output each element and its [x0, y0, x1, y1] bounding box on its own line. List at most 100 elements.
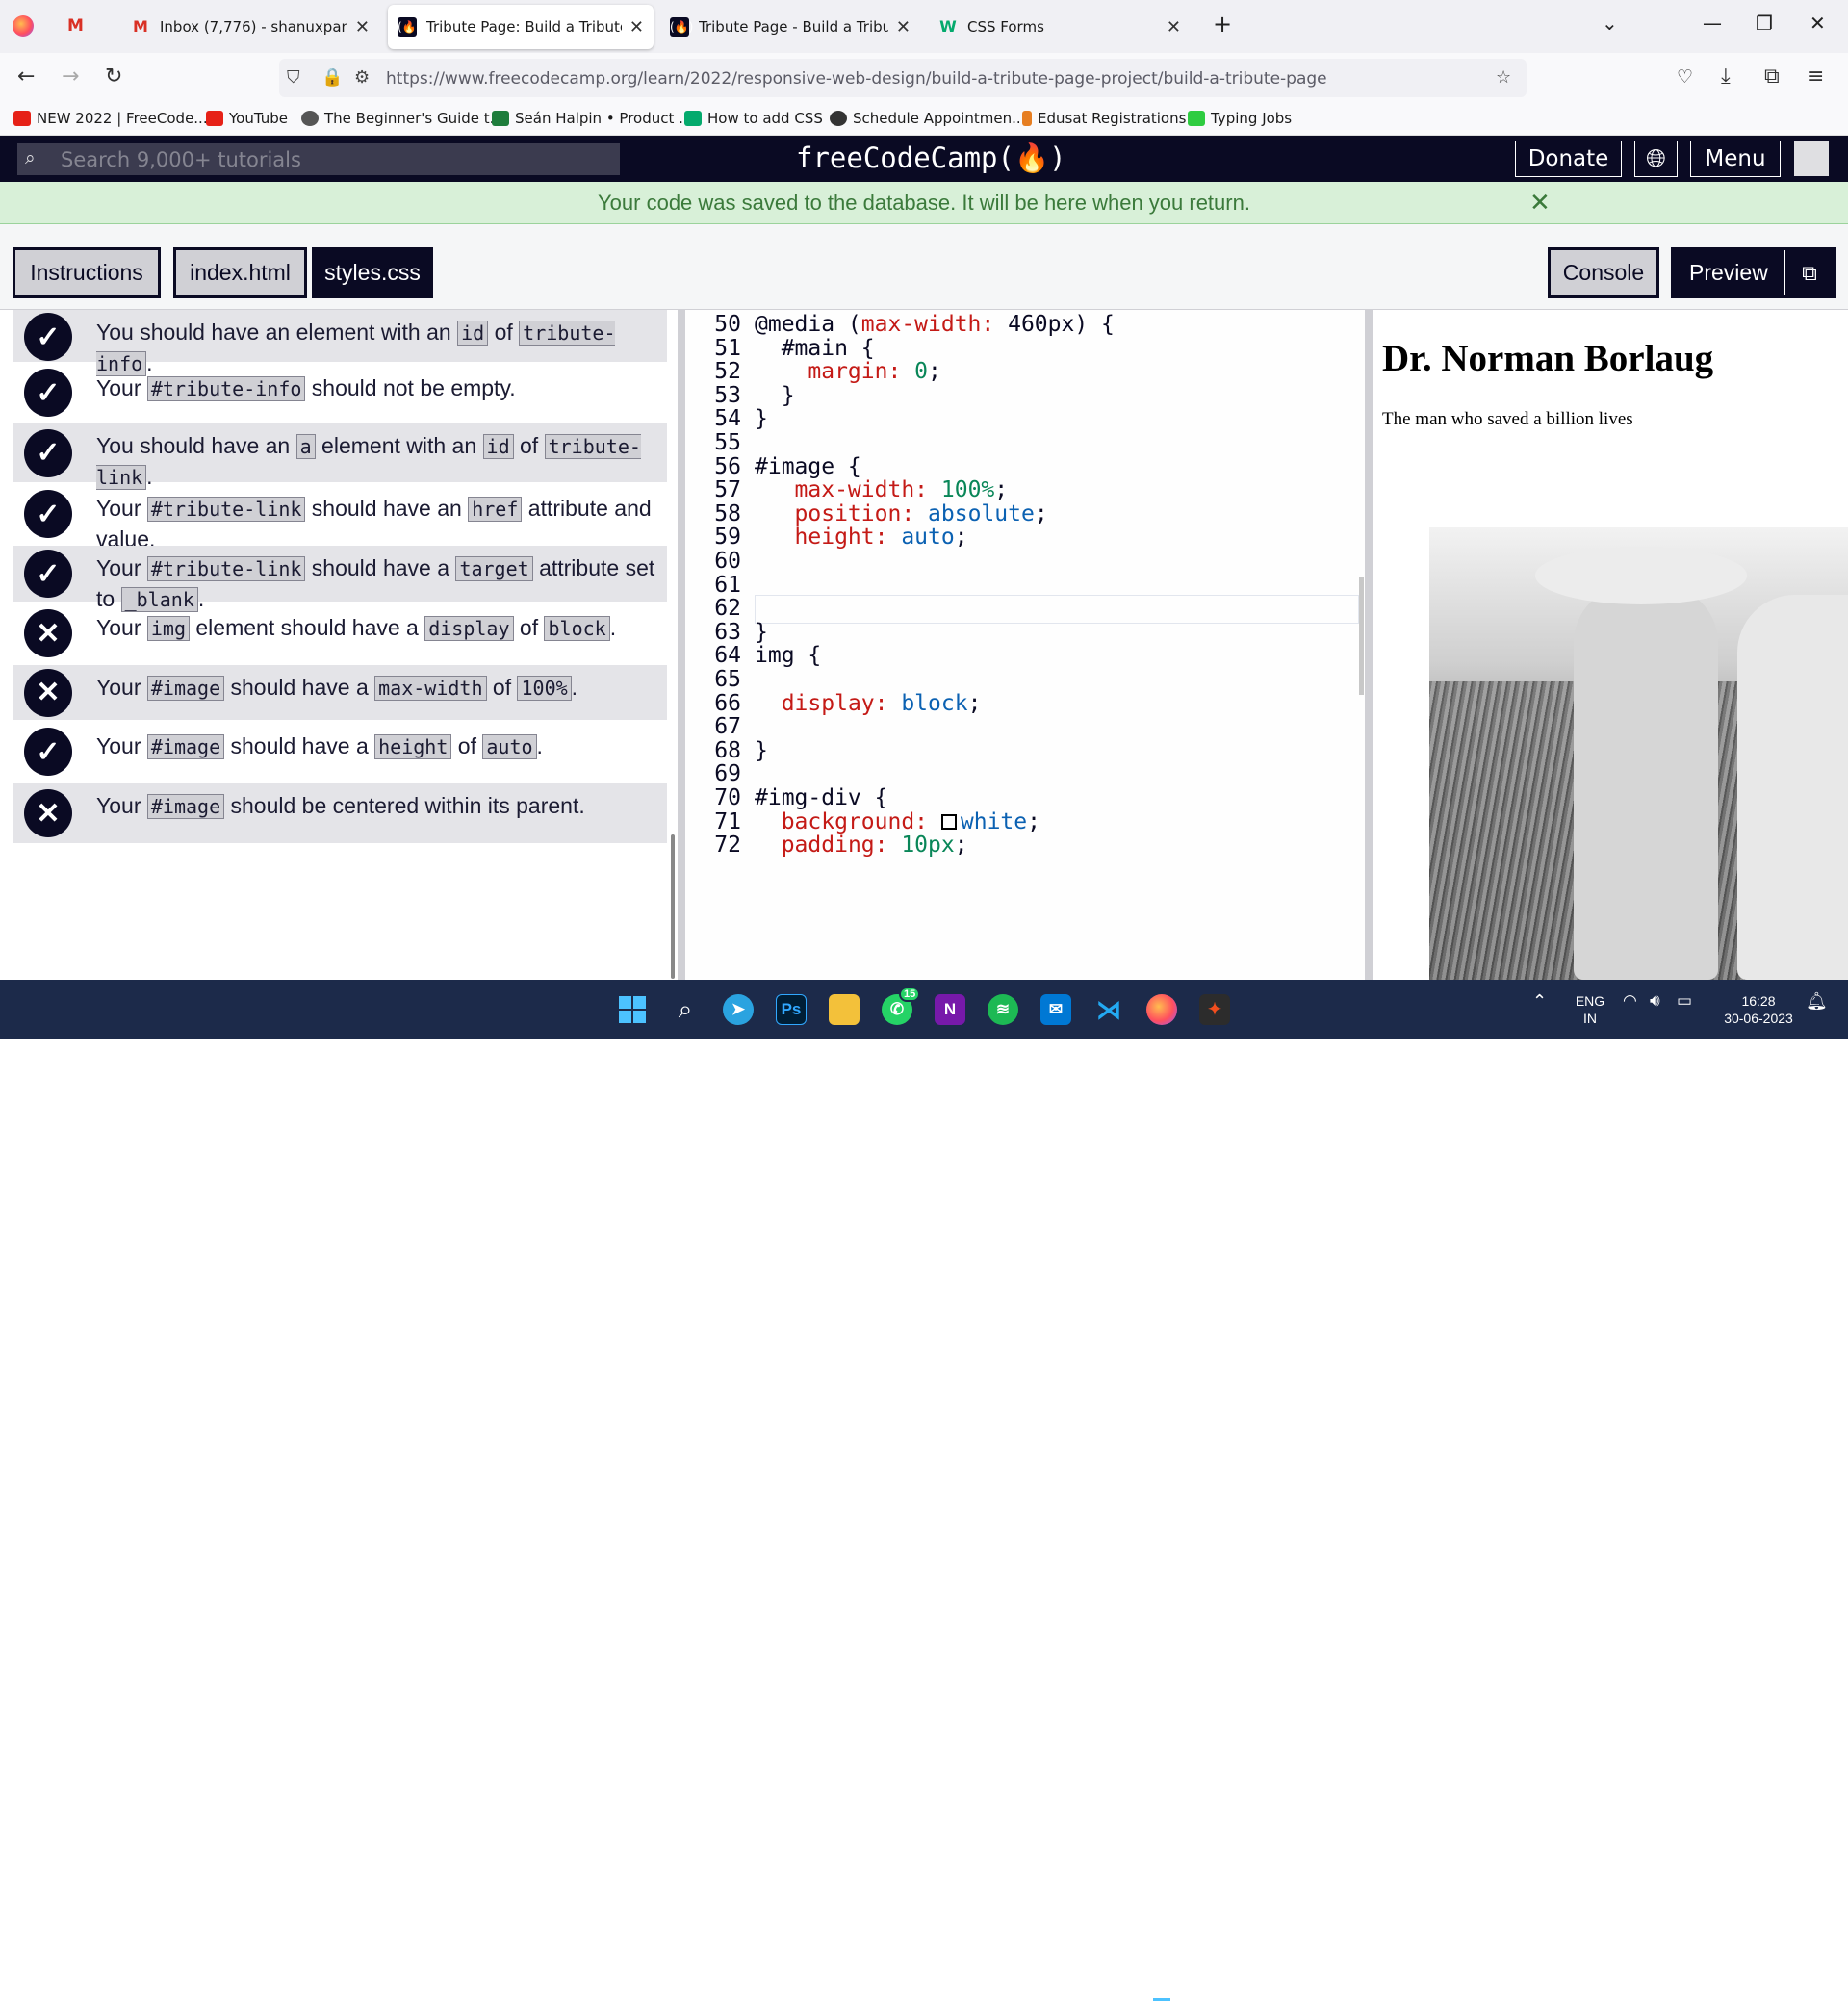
- browser-tab-bar: M M Inbox (7,776) - shanuxpandey@ ✕ (🔥) …: [0, 0, 1848, 53]
- code-line[interactable]: @media (max-width: 460px) {: [755, 312, 1115, 337]
- photoshop-icon[interactable]: Ps: [776, 994, 807, 1025]
- list-tabs-icon[interactable]: ⌄: [1602, 12, 1618, 35]
- figma-icon[interactable]: ✦: [1199, 994, 1230, 1025]
- code-line[interactable]: }: [755, 406, 768, 431]
- extensions-icon[interactable]: ⧉: [1764, 64, 1780, 89]
- close-window-icon[interactable]: ✕: [1810, 12, 1826, 35]
- lock-icon[interactable]: 🔒: [321, 67, 343, 88]
- code-line[interactable]: }: [755, 620, 768, 645]
- code-line[interactable]: margin: 0;: [755, 359, 941, 384]
- firefox-icon[interactable]: [13, 15, 34, 37]
- code-line[interactable]: padding: 10px;: [755, 833, 968, 858]
- bookmark-item[interactable]: How to add CSS: [684, 110, 823, 127]
- whatsapp-icon[interactable]: ✆ 15: [882, 987, 921, 1025]
- language-globe-icon[interactable]: 🌐︎: [1634, 141, 1678, 177]
- new-tab-button[interactable]: +: [1213, 11, 1232, 38]
- url-text[interactable]: https://www.freecodecamp.org/learn/2022/…: [386, 69, 1327, 89]
- preview-button[interactable]: Preview ⧉: [1671, 247, 1836, 298]
- code-line[interactable]: #image {: [755, 454, 861, 479]
- pane-divider[interactable]: [678, 310, 685, 980]
- bookmark-star-icon[interactable]: ☆: [1496, 67, 1511, 88]
- shield-icon[interactable]: ⛉: [287, 67, 300, 88]
- minimize-icon[interactable]: —: [1703, 12, 1722, 35]
- code-line[interactable]: max-width: 100%;: [755, 477, 1009, 502]
- url-bar[interactable]: ⛉ 🔒 ⚙ https://www.freecodecamp.org/learn…: [279, 59, 1527, 97]
- download-icon[interactable]: ⤓: [1721, 64, 1731, 89]
- tab-styles-css[interactable]: styles.css: [312, 247, 433, 298]
- close-icon[interactable]: ✕: [1529, 189, 1551, 218]
- reload-icon[interactable]: ↻: [105, 64, 122, 89]
- gmail-icon[interactable]: M: [67, 18, 89, 35]
- inline-code: block: [544, 616, 610, 641]
- chevron-up-icon[interactable]: ⌃: [1532, 992, 1547, 1010]
- scrollbar[interactable]: [671, 834, 675, 979]
- start-icon[interactable]: [617, 994, 648, 1025]
- close-icon[interactable]: ✕: [629, 17, 644, 38]
- code-line[interactable]: display: block;: [755, 691, 982, 716]
- donate-button[interactable]: Donate: [1515, 141, 1622, 177]
- code-line[interactable]: position: absolute;: [755, 501, 1048, 526]
- file-explorer-icon[interactable]: [829, 994, 860, 1025]
- notification-bell-icon[interactable]: 🔔︎: [1806, 992, 1828, 1010]
- search-icon[interactable]: ⌕: [670, 994, 701, 1025]
- close-icon[interactable]: ✕: [1167, 17, 1181, 38]
- code-line[interactable]: }: [755, 383, 795, 408]
- permissions-icon[interactable]: ⚙: [354, 67, 370, 88]
- code-line[interactable]: }: [755, 738, 768, 763]
- firefox-icon[interactable]: [1146, 994, 1177, 1025]
- tab-tribute-page-active[interactable]: (🔥) Tribute Page: Build a Tribute Pa ✕: [388, 5, 654, 49]
- bookmark-item[interactable]: Seán Halpin • Product ...: [492, 110, 692, 127]
- close-icon[interactable]: ✕: [896, 17, 911, 38]
- bookmark-item[interactable]: Typing Jobs: [1188, 110, 1292, 127]
- avatar[interactable]: [1794, 141, 1829, 176]
- test-item: ✓ Your #tribute-info should not be empty.: [13, 366, 667, 420]
- code-line[interactable]: img {: [755, 643, 821, 668]
- line-number: 53: [714, 382, 741, 408]
- w3schools-icon: W: [939, 17, 957, 36]
- bookmark-item[interactable]: Edusat Registrations: [1022, 110, 1186, 127]
- fcc-logo[interactable]: freeCodeCamp(🔥): [796, 141, 1066, 175]
- bookmark-item[interactable]: Schedule Appointmen...: [830, 110, 1025, 127]
- line-number: 52: [714, 359, 741, 385]
- back-icon[interactable]: ←: [17, 64, 35, 89]
- code-line[interactable]: background: white;: [755, 809, 1040, 834]
- bookmark-item[interactable]: The Beginner's Guide t...: [301, 110, 503, 127]
- telegram-icon[interactable]: ➤: [723, 994, 754, 1025]
- menu-button[interactable]: Menu: [1690, 141, 1781, 177]
- line-number: 68: [714, 737, 741, 763]
- wifi-icon[interactable]: ◠: [1623, 992, 1637, 1010]
- clock[interactable]: 16:28 30-06-2023: [1715, 992, 1802, 1027]
- close-icon[interactable]: ✕: [355, 17, 370, 38]
- bookmark-item[interactable]: YouTube: [206, 110, 288, 127]
- mail-icon[interactable]: ✉: [1040, 994, 1071, 1025]
- tab-gmail[interactable]: M Inbox (7,776) - shanuxpandey@ ✕: [121, 5, 379, 49]
- console-button[interactable]: Console: [1548, 247, 1659, 298]
- test-item: ✓ Your #image should have a height of aut…: [13, 724, 667, 780]
- tab-tribute-page[interactable]: (🔥) Tribute Page - Build a Tribute P ✕: [660, 5, 920, 49]
- inline-code: id: [457, 321, 489, 346]
- pocket-icon[interactable]: ♡: [1677, 66, 1693, 88]
- code-line[interactable]: height: auto;: [755, 525, 968, 550]
- battery-icon[interactable]: ▭: [1677, 992, 1692, 1010]
- bookmark-label: Edusat Registrations: [1038, 110, 1187, 127]
- tab-index-html[interactable]: index.html: [173, 247, 307, 298]
- volume-icon[interactable]: 🔊︎: [1650, 992, 1660, 1010]
- vscode-icon[interactable]: ⋊: [1093, 994, 1124, 1025]
- search-input[interactable]: ⌕ Search 9,000+ tutorials: [17, 143, 620, 175]
- code-editor[interactable]: 50 @media (max-width: 460px) {51 #main {5…: [685, 310, 1365, 980]
- scrollbar[interactable]: [1359, 577, 1364, 695]
- spotify-icon[interactable]: ≋: [988, 994, 1018, 1025]
- language-indicator[interactable]: ENG IN: [1571, 992, 1609, 1027]
- code-line[interactable]: #main {: [755, 336, 875, 361]
- forward-icon[interactable]: →: [62, 64, 79, 89]
- pane-divider[interactable]: [1365, 310, 1373, 980]
- tab-css-forms[interactable]: W CSS Forms ✕: [929, 5, 1191, 49]
- onenote-icon[interactable]: N: [935, 994, 965, 1025]
- bookmark-item[interactable]: NEW 2022 | FreeCode...: [13, 110, 208, 127]
- restore-icon[interactable]: ❐: [1756, 12, 1773, 35]
- app-menu-icon[interactable]: ≡: [1807, 64, 1824, 89]
- freecodecamp-icon: (🔥): [670, 17, 693, 37]
- popout-icon[interactable]: ⧉: [1784, 250, 1834, 295]
- code-line[interactable]: #img-div {: [755, 785, 887, 810]
- tab-instructions[interactable]: Instructions: [13, 247, 161, 298]
